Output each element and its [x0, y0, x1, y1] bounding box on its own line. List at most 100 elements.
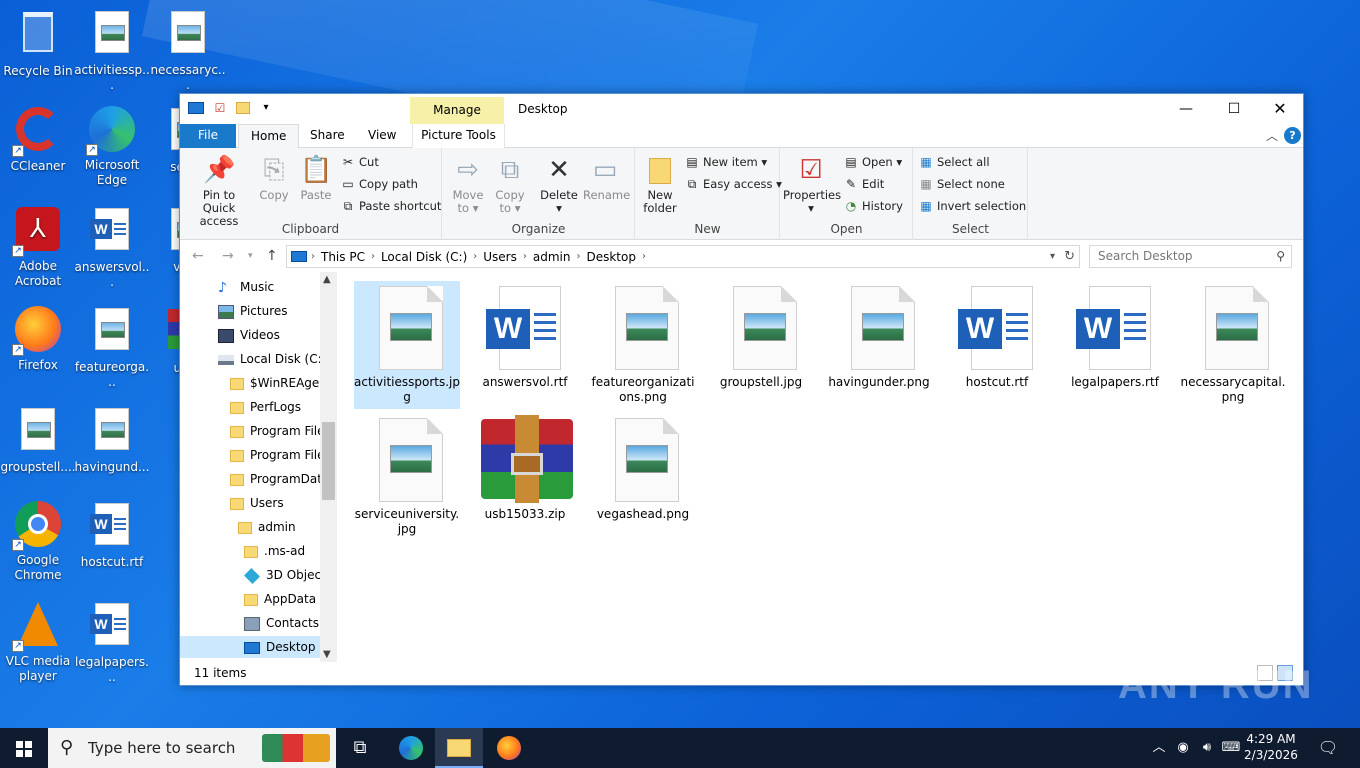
- close-button[interactable]: ✕: [1257, 94, 1303, 124]
- file-item[interactable]: havingunder.png: [826, 281, 932, 390]
- tab-home[interactable]: Home: [238, 124, 300, 149]
- file-item[interactable]: Whostcut.rtf: [944, 281, 1050, 390]
- forward-arrow-icon[interactable]: →: [222, 248, 234, 264]
- tab-picture-tools[interactable]: Picture Tools: [412, 124, 505, 148]
- breadcrumb-desktop[interactable]: Desktop: [586, 250, 636, 264]
- select-none-button[interactable]: ▦ Select none: [918, 176, 1005, 194]
- select-all-button[interactable]: ▦ Select all: [918, 154, 989, 172]
- easy-access-button[interactable]: ⧉ Easy access ▾: [684, 176, 782, 194]
- nav-item[interactable]: 3D Objects: [244, 564, 320, 586]
- file-item[interactable]: groupstell.jpg: [708, 281, 814, 390]
- desktop-icon-doc[interactable]: Wlegalpapers...: [74, 600, 150, 685]
- meet-now-icon[interactable]: ◉: [1171, 728, 1195, 768]
- volume-icon[interactable]: 🔊︎: [1195, 728, 1219, 768]
- desktop-icon-vlc[interactable]: ↗ VLC media player: [0, 600, 76, 684]
- copy-to-button[interactable]: ⧉ Copy to ▾: [489, 154, 531, 215]
- nav-item[interactable]: ♪ Music: [218, 276, 320, 298]
- nav-item[interactable]: Pictures: [218, 300, 320, 322]
- nav-item[interactable]: Users: [230, 492, 320, 514]
- scroll-up-icon[interactable]: ▲: [323, 274, 331, 285]
- desktop-icon-recycle[interactable]: Recycle Bin: [0, 8, 76, 79]
- scroll-down-icon[interactable]: ▼: [323, 649, 331, 660]
- properties-quick-icon[interactable]: ☑: [212, 100, 228, 116]
- desktop-icon-image[interactable]: groupstell....: [0, 405, 76, 475]
- nav-item[interactable]: Program Files: [230, 444, 320, 466]
- pin-quick-access-button[interactable]: 📌 Pin to Quick access: [186, 154, 252, 228]
- nav-scrollbar[interactable]: ▲ ▼: [320, 272, 337, 662]
- breadcrumb-chevron-icon[interactable]: ›: [523, 251, 527, 262]
- invert-selection-button[interactable]: ▦ Invert selection: [918, 198, 1026, 216]
- file-explorer-taskbar-icon[interactable]: [435, 728, 483, 768]
- help-icon[interactable]: ?: [1284, 127, 1301, 144]
- desktop-icon-acrobat[interactable]: ⅄ ↗ Adobe Acrobat: [0, 205, 76, 289]
- nav-scrollbar-thumb[interactable]: [322, 422, 335, 500]
- address-bar[interactable]: › This PC › Local Disk (C:) › Users › ad…: [286, 245, 1080, 268]
- nav-item[interactable]: Desktop: [180, 636, 320, 658]
- collapse-ribbon-chevron-icon[interactable]: ︿: [1266, 127, 1278, 144]
- file-item[interactable]: usb15033.zip: [472, 413, 578, 522]
- rename-button[interactable]: ▭ Rename: [583, 154, 630, 202]
- back-arrow-icon[interactable]: ←: [192, 248, 204, 264]
- desktop-icon-app[interactable]: ↗ CCleaner: [0, 105, 76, 174]
- minimize-button[interactable]: —: [1163, 94, 1209, 124]
- breadcrumb-chevron-icon[interactable]: ›: [473, 251, 477, 262]
- nav-item[interactable]: AppData: [244, 588, 320, 610]
- notifications-icon[interactable]: 🗨︎: [1316, 728, 1340, 768]
- desktop-icon-image[interactable]: featureorga...: [74, 305, 150, 390]
- address-history-chevron-icon[interactable]: ▾: [1050, 251, 1055, 262]
- new-folder-quick-icon[interactable]: [236, 102, 250, 114]
- desktop-icon-firefox[interactable]: ↗ Firefox: [0, 305, 76, 373]
- cut-button[interactable]: ✂ Cut: [340, 154, 379, 172]
- paste-button[interactable]: 📋 Paste: [296, 154, 336, 202]
- file-item[interactable]: Wanswersvol.rtf: [472, 281, 578, 390]
- maximize-button[interactable]: ☐: [1211, 94, 1257, 124]
- nav-item[interactable]: Program Files: [230, 420, 320, 442]
- refresh-icon[interactable]: ↻: [1064, 249, 1075, 264]
- tab-share[interactable]: Share: [298, 124, 357, 148]
- nav-item[interactable]: PerfLogs: [230, 396, 320, 418]
- desktop-icon-doc[interactable]: Wanswersvol...: [74, 205, 150, 290]
- up-arrow-icon[interactable]: ↑: [266, 248, 278, 264]
- properties-button[interactable]: ☑ Properties ▾: [783, 154, 841, 215]
- recent-chevron-icon[interactable]: ▾: [248, 251, 253, 261]
- breadcrumb-chevron-icon[interactable]: ›: [642, 251, 646, 262]
- show-hidden-icons-chevron-icon[interactable]: ︿: [1147, 728, 1171, 768]
- nav-item[interactable]: Videos: [218, 324, 320, 346]
- file-item[interactable]: activitiessports.jpg: [354, 281, 460, 409]
- edge-taskbar-icon[interactable]: [387, 728, 435, 768]
- nav-item[interactable]: admin: [238, 516, 320, 538]
- desktop-icon-doc[interactable]: Whostcut.rtf: [74, 500, 150, 570]
- new-item-button[interactable]: ▤ New item ▾: [684, 154, 767, 172]
- desktop-icon-edge[interactable]: ↗ Microsoft Edge: [74, 105, 150, 188]
- nav-item[interactable]: .ms-ad: [244, 540, 320, 562]
- search-input[interactable]: Search Desktop ⚲: [1089, 245, 1292, 268]
- move-to-button[interactable]: ⇨ Move to ▾: [447, 154, 489, 215]
- task-view-icon[interactable]: ⧉: [336, 728, 384, 768]
- file-item[interactable]: vegashead.png: [590, 413, 696, 522]
- taskbar-search[interactable]: ⚲ Type here to search: [48, 728, 336, 768]
- desktop-icon-image[interactable]: havingund...: [74, 405, 150, 475]
- nav-item[interactable]: $WinREAgent: [230, 372, 320, 394]
- taskbar-clock[interactable]: 4:29 AM 2/3/2026: [1240, 731, 1302, 763]
- firefox-taskbar-icon[interactable]: [485, 728, 533, 768]
- start-button[interactable]: [0, 728, 48, 768]
- paste-shortcut-button[interactable]: ⧉ Paste shortcut: [340, 198, 442, 216]
- file-item[interactable]: serviceuniversity.jpg: [354, 413, 460, 537]
- breadcrumb-this-pc[interactable]: This PC: [321, 250, 365, 264]
- breadcrumb-users[interactable]: Users: [483, 250, 517, 264]
- tab-file[interactable]: File: [180, 124, 236, 148]
- breadcrumb-chevron-icon[interactable]: ›: [576, 251, 580, 262]
- delete-button[interactable]: ✕ Delete ▾: [537, 154, 581, 215]
- customize-qat-chevron-icon[interactable]: ▾: [258, 100, 274, 116]
- breadcrumb-local-disk[interactable]: Local Disk (C:): [381, 250, 467, 264]
- tab-manage[interactable]: Manage: [410, 97, 504, 124]
- desktop-icon-image[interactable]: activitiessp...: [74, 8, 150, 93]
- nav-item[interactable]: Contacts: [244, 612, 320, 634]
- file-item[interactable]: necessarycapital.png: [1180, 281, 1286, 405]
- nav-item[interactable]: ProgramData: [230, 468, 320, 490]
- history-button[interactable]: ◔ History: [843, 198, 903, 216]
- tab-view[interactable]: View: [356, 124, 408, 148]
- breadcrumb-chevron-icon[interactable]: ›: [371, 251, 375, 262]
- nav-item[interactable]: Local Disk (C:): [218, 348, 320, 370]
- copy-button[interactable]: ⎘ Copy: [254, 154, 294, 202]
